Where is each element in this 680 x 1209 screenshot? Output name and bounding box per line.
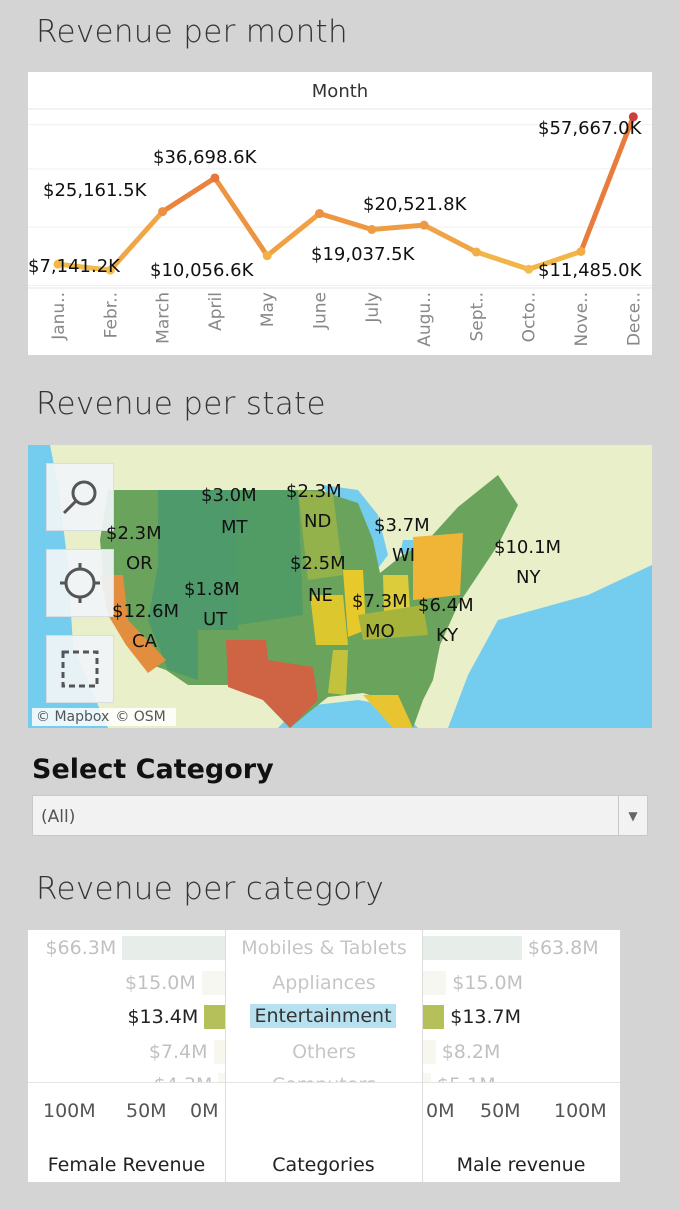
- line-segment: [473, 249, 532, 272]
- locate-icon: [60, 563, 100, 603]
- state-label-ny-code: NY: [516, 567, 541, 588]
- title-revenue-per-category: Revenue per category: [36, 871, 385, 907]
- state-label-or-code: OR: [126, 553, 153, 574]
- state-map[interactable]: $3.0M MT $2.3M ND $2.3M OR $3.7M WI $10.1M NY $2.5…: [28, 445, 652, 728]
- mapbox-credit: © Mapbox: [36, 709, 110, 725]
- title-revenue-per-state: Revenue per state: [36, 386, 326, 422]
- select-category-label: Select Category: [32, 754, 274, 785]
- month-tick-label: July: [363, 292, 383, 324]
- data-point: [210, 173, 220, 183]
- state-label-ca-code: CA: [132, 631, 157, 652]
- month-tick-label: Febr..: [101, 292, 121, 338]
- map-credits: © Mapbox © OSM: [32, 708, 176, 726]
- state-label-mt-code: MT: [221, 517, 248, 538]
- state-label-ca-value: $12.6M: [112, 601, 180, 622]
- map-select-region-button[interactable]: [46, 635, 114, 703]
- state-label-ny-value: $10.1M: [494, 537, 562, 558]
- data-label: $25,161.5K: [43, 180, 148, 201]
- month-tick-label: Octo..: [520, 292, 540, 342]
- line-segment: [160, 175, 218, 215]
- x-axis-title: Month: [312, 81, 368, 102]
- state-label-ut-code: UT: [203, 609, 228, 630]
- data-label: $19,037.5K: [311, 244, 416, 265]
- water-east: [448, 565, 652, 728]
- osm-credit: © OSM: [115, 709, 166, 725]
- state-label-ne-value: $2.5M: [290, 553, 346, 574]
- state-label-ky-value: $6.4M: [418, 595, 474, 616]
- data-point: [367, 224, 377, 234]
- state-label-nd-value: $2.3M: [286, 481, 342, 502]
- data-label: $11,485.0K: [538, 260, 643, 281]
- map-search-button[interactable]: [46, 463, 114, 531]
- data-label: $20,521.8K: [363, 194, 468, 215]
- state-label-ky-code: KY: [436, 625, 459, 646]
- category-dropdown[interactable]: (All) ▼: [32, 795, 648, 836]
- state-label-mo-value: $7.3M: [352, 591, 408, 612]
- data-point: [419, 220, 429, 230]
- line-chart-panel: Month $7,141.2K $25,161.5K $36,698.6K $10,05…: [28, 72, 652, 355]
- data-point: [262, 251, 272, 261]
- month-tick-label: Dece..: [624, 292, 644, 346]
- revenue-per-month-chart: Month $7,141.2K $25,161.5K$36,698.6K $10,05…: [28, 81, 652, 347]
- select-region-icon: [61, 650, 99, 688]
- data-point: [315, 209, 324, 219]
- categories-header: Categories: [272, 1154, 375, 1176]
- male-revenue-header: Male revenue: [456, 1154, 586, 1176]
- state-label-wi-code: WI: [392, 545, 416, 566]
- month-tick-label: Janu..: [49, 292, 69, 341]
- state-label-ne-code: NE: [308, 585, 333, 606]
- month-tick-label: Sept..: [467, 292, 487, 342]
- title-revenue-per-month: Revenue per month: [36, 14, 348, 50]
- month-tick-label: June: [311, 292, 331, 330]
- data-label: $7,141.2K: [28, 256, 121, 277]
- state-label-nd-code: ND: [304, 511, 332, 532]
- search-icon: [62, 480, 97, 515]
- data-label: $36,698.6K: [153, 147, 258, 168]
- month-tick-label: Augu..: [415, 292, 435, 347]
- month-tick-label: April: [206, 292, 226, 331]
- data-point: [576, 247, 586, 257]
- chevron-down-icon[interactable]: ▼: [618, 796, 647, 835]
- data-point: [158, 207, 168, 217]
- month-tick-label: Nove..: [572, 292, 592, 346]
- month-tick-label: March: [154, 292, 174, 344]
- state-label-mt-value: $3.0M: [201, 485, 257, 506]
- line-segment: [212, 175, 270, 259]
- data-point: [471, 247, 481, 257]
- data-point: [524, 264, 534, 274]
- state-label-ut-value: $1.8M: [184, 579, 240, 600]
- state-label-wi-value: $3.7M: [374, 515, 430, 536]
- state-NY: [413, 533, 463, 600]
- category-chart-panel: $66.3M $63.8M Mobiles & Tablets $15.0M $15.0…: [28, 930, 620, 1182]
- female-revenue-header: Female Revenue: [47, 1154, 206, 1176]
- data-label: $10,056.6K: [150, 260, 255, 281]
- map-locate-button[interactable]: [46, 549, 114, 617]
- month-tick-label: May: [258, 292, 278, 327]
- line-segment: [369, 222, 427, 232]
- category-dropdown-value: (All): [41, 807, 76, 827]
- line-segment: [421, 222, 479, 255]
- state-label-or-value: $2.3M: [106, 523, 162, 544]
- state-label-mo-code: MO: [365, 621, 395, 642]
- data-label: $57,667.0K: [538, 118, 643, 139]
